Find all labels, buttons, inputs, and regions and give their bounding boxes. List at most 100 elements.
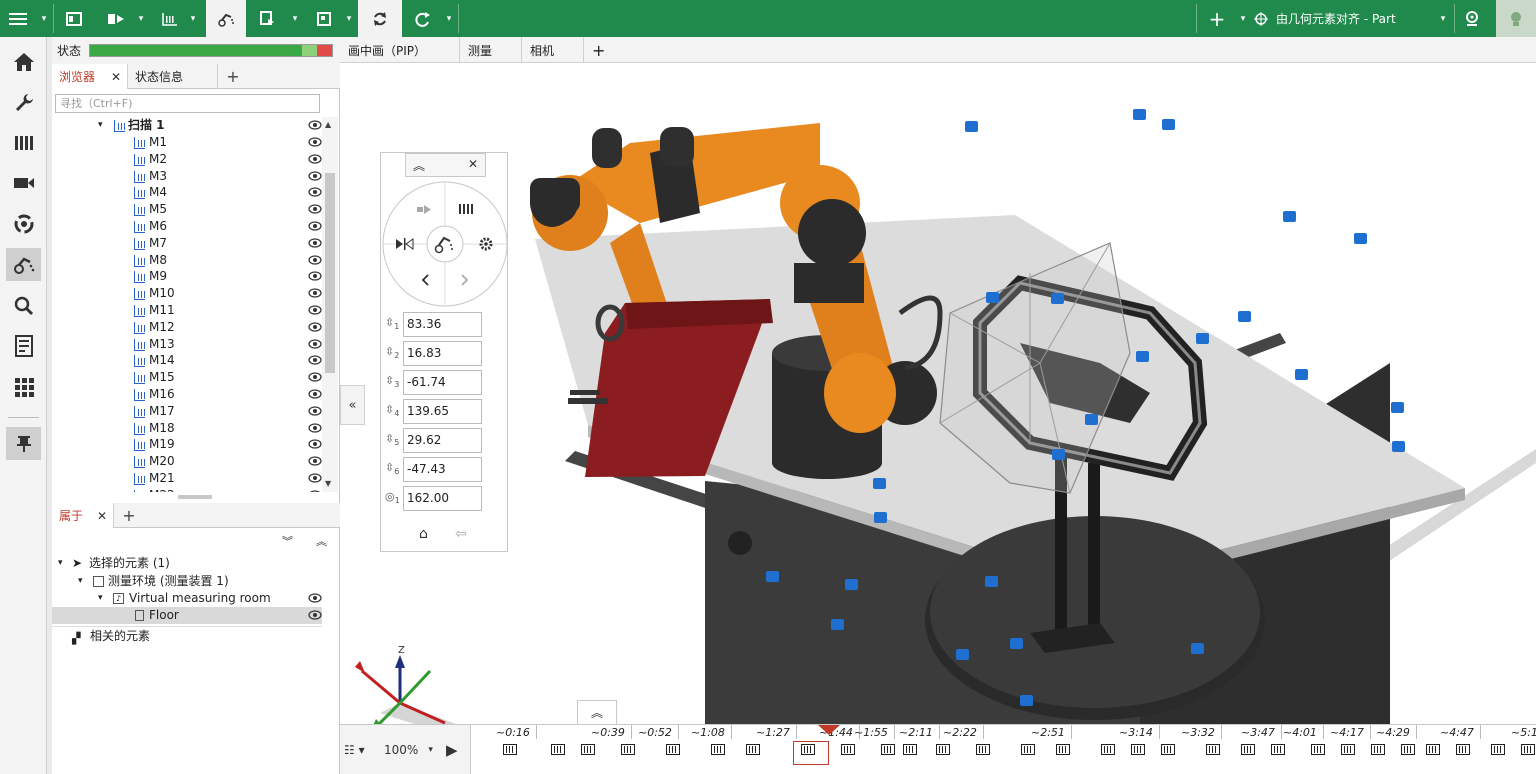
measure-plan-dropdown-icon[interactable]: ▾	[288, 0, 302, 37]
eye-icon[interactable]	[308, 204, 322, 214]
tree-floor[interactable]: Floor	[52, 607, 322, 624]
tree-item-m13[interactable]: M13	[52, 336, 322, 353]
refresh-icon[interactable]	[358, 0, 402, 37]
timeline-frame[interactable]	[1101, 744, 1115, 755]
tree-item-m17[interactable]: M17	[52, 403, 322, 420]
timeline-track[interactable]: ~0:16 ~0:39 ~0:52 ~1:08 ~1:27 ~1:44 ~1:55 ~2:11…	[470, 725, 1536, 774]
eye-icon[interactable]	[308, 372, 322, 382]
tree-item-m19[interactable]: M19	[52, 436, 322, 453]
tab-measure[interactable]: 测量	[460, 37, 522, 63]
timeline-frame[interactable]	[1056, 744, 1070, 755]
add-tab-icon[interactable]: +	[115, 503, 143, 528]
eye-icon[interactable]	[308, 610, 322, 620]
timeline-frame[interactable]	[1401, 744, 1415, 755]
timeline-frame[interactable]	[666, 744, 680, 755]
timeline-frame[interactable]	[1521, 744, 1535, 755]
tree-item-m9[interactable]: M9	[52, 268, 322, 285]
home-icon[interactable]: ⌂	[419, 526, 428, 542]
tree-item-m4[interactable]: M4	[52, 184, 322, 201]
tree-item-m21[interactable]: M21	[52, 470, 322, 487]
eye-icon[interactable]	[308, 422, 322, 433]
eye-icon[interactable]	[308, 490, 322, 492]
expand-up-icon[interactable]: ︽	[316, 533, 327, 549]
tree-item-m11[interactable]: M11	[52, 302, 322, 319]
horizontal-scrollbar[interactable]	[178, 495, 212, 499]
eye-icon[interactable]	[308, 170, 322, 181]
align-dropdown-icon[interactable]: ▾	[1436, 0, 1450, 37]
eye-icon[interactable]	[308, 187, 322, 197]
eye-icon[interactable]	[308, 137, 322, 147]
eye-icon[interactable]	[308, 389, 322, 399]
play-icon[interactable]: ▶	[446, 725, 458, 774]
redo-dropdown-icon[interactable]: ▾	[442, 0, 456, 37]
timeline-frame[interactable]	[1241, 744, 1255, 755]
redo-icon[interactable]	[408, 0, 438, 37]
eye-icon[interactable]	[308, 238, 322, 248]
robot-tool-icon[interactable]	[206, 0, 246, 37]
robot-icon[interactable]	[6, 248, 41, 281]
timeline-frame[interactable]	[881, 744, 895, 755]
eye-icon[interactable]	[308, 305, 322, 315]
timeline-frame-selected[interactable]	[793, 741, 829, 765]
menu-dropdown-icon[interactable]: ▾	[37, 0, 51, 37]
axis-5-value-field[interactable]: 29.62	[403, 428, 482, 453]
next-step-dropdown-icon[interactable]: ▾	[134, 0, 148, 37]
tree-item-m20[interactable]: M20	[52, 453, 322, 470]
tab-status-info[interactable]: 状态信息	[128, 64, 218, 89]
timeline-frame[interactable]	[936, 744, 950, 755]
eye-icon[interactable]	[308, 288, 322, 298]
jog-wheel[interactable]	[381, 179, 509, 309]
timeline-frame[interactable]	[1311, 744, 1325, 755]
pin-icon[interactable]	[6, 427, 41, 460]
tree-item-m12[interactable]: M12	[52, 319, 322, 336]
close-icon[interactable]: ✕	[111, 70, 121, 84]
expand-arrow-icon[interactable]: ▾	[98, 117, 103, 134]
tree-item-m3[interactable]: M3	[52, 168, 322, 185]
next-step-icon[interactable]	[102, 0, 130, 37]
camera-icon[interactable]	[6, 166, 41, 199]
axis-4-value-field[interactable]: 139.65	[403, 399, 482, 424]
scan-tool-icon[interactable]	[154, 0, 186, 37]
timeline-frame[interactable]	[1131, 744, 1145, 755]
measure-plan-icon[interactable]	[252, 0, 282, 37]
search-input[interactable]: 寻找（Ctrl+F)	[55, 94, 320, 113]
layout-icon[interactable]	[58, 0, 90, 37]
tree-selected-elements[interactable]: ▾ ➤ 选择的元素 (1)	[52, 555, 322, 572]
eye-icon[interactable]	[308, 593, 322, 603]
add-icon[interactable]: +	[1202, 0, 1232, 37]
tree-item-m14[interactable]: M14	[52, 352, 322, 369]
eye-icon[interactable]	[308, 271, 322, 281]
search-icon[interactable]	[6, 289, 41, 322]
align-tool-dropdown-icon[interactable]: ▾	[342, 0, 356, 37]
lightbulb-icon[interactable]	[1496, 0, 1536, 37]
tree-measure-env[interactable]: ▾ 测量环境 (测量装置 1)	[52, 573, 322, 590]
eye-icon[interactable]	[308, 154, 322, 164]
playhead-marker[interactable]	[818, 725, 840, 735]
align-label[interactable]: 由几何元素对齐 - Part	[1276, 0, 1436, 37]
axis-2-value-field[interactable]: 16.83	[403, 341, 482, 366]
timeline-frame[interactable]	[581, 744, 595, 755]
close-icon[interactable]: ✕	[468, 157, 478, 171]
eye-icon[interactable]	[308, 473, 322, 483]
expand-arrow-icon[interactable]: ▾	[98, 590, 103, 607]
eye-icon[interactable]	[308, 439, 322, 449]
tree-related[interactable]: ▞ 相关的元素	[52, 626, 322, 646]
timeline-frame[interactable]	[1371, 744, 1385, 755]
add-view-tab-icon[interactable]: +	[584, 37, 620, 63]
eye-icon[interactable]	[308, 322, 322, 332]
timeline-frame[interactable]	[503, 744, 517, 755]
tab-browser[interactable]: 浏览器 ✕	[52, 64, 128, 89]
timeline-frame[interactable]	[976, 744, 990, 755]
timeline-frame[interactable]	[903, 744, 917, 755]
expand-arrow-icon[interactable]: ▾	[78, 573, 83, 590]
tree-virtual-room[interactable]: ▾ ♪ Virtual measuring room	[52, 590, 322, 607]
timeline-frame[interactable]	[1161, 744, 1175, 755]
camera-target-icon[interactable]	[1458, 0, 1486, 37]
timeline-frame[interactable]	[711, 744, 725, 755]
eye-icon[interactable]	[308, 254, 322, 265]
timeline-frame[interactable]	[1491, 744, 1505, 755]
tree-scrollbar[interactable]: ▲ ▼	[322, 117, 338, 492]
tree-item-m10[interactable]: M10	[52, 285, 322, 302]
timeline-frame[interactable]	[1426, 744, 1440, 755]
eye-icon[interactable]	[308, 456, 322, 466]
